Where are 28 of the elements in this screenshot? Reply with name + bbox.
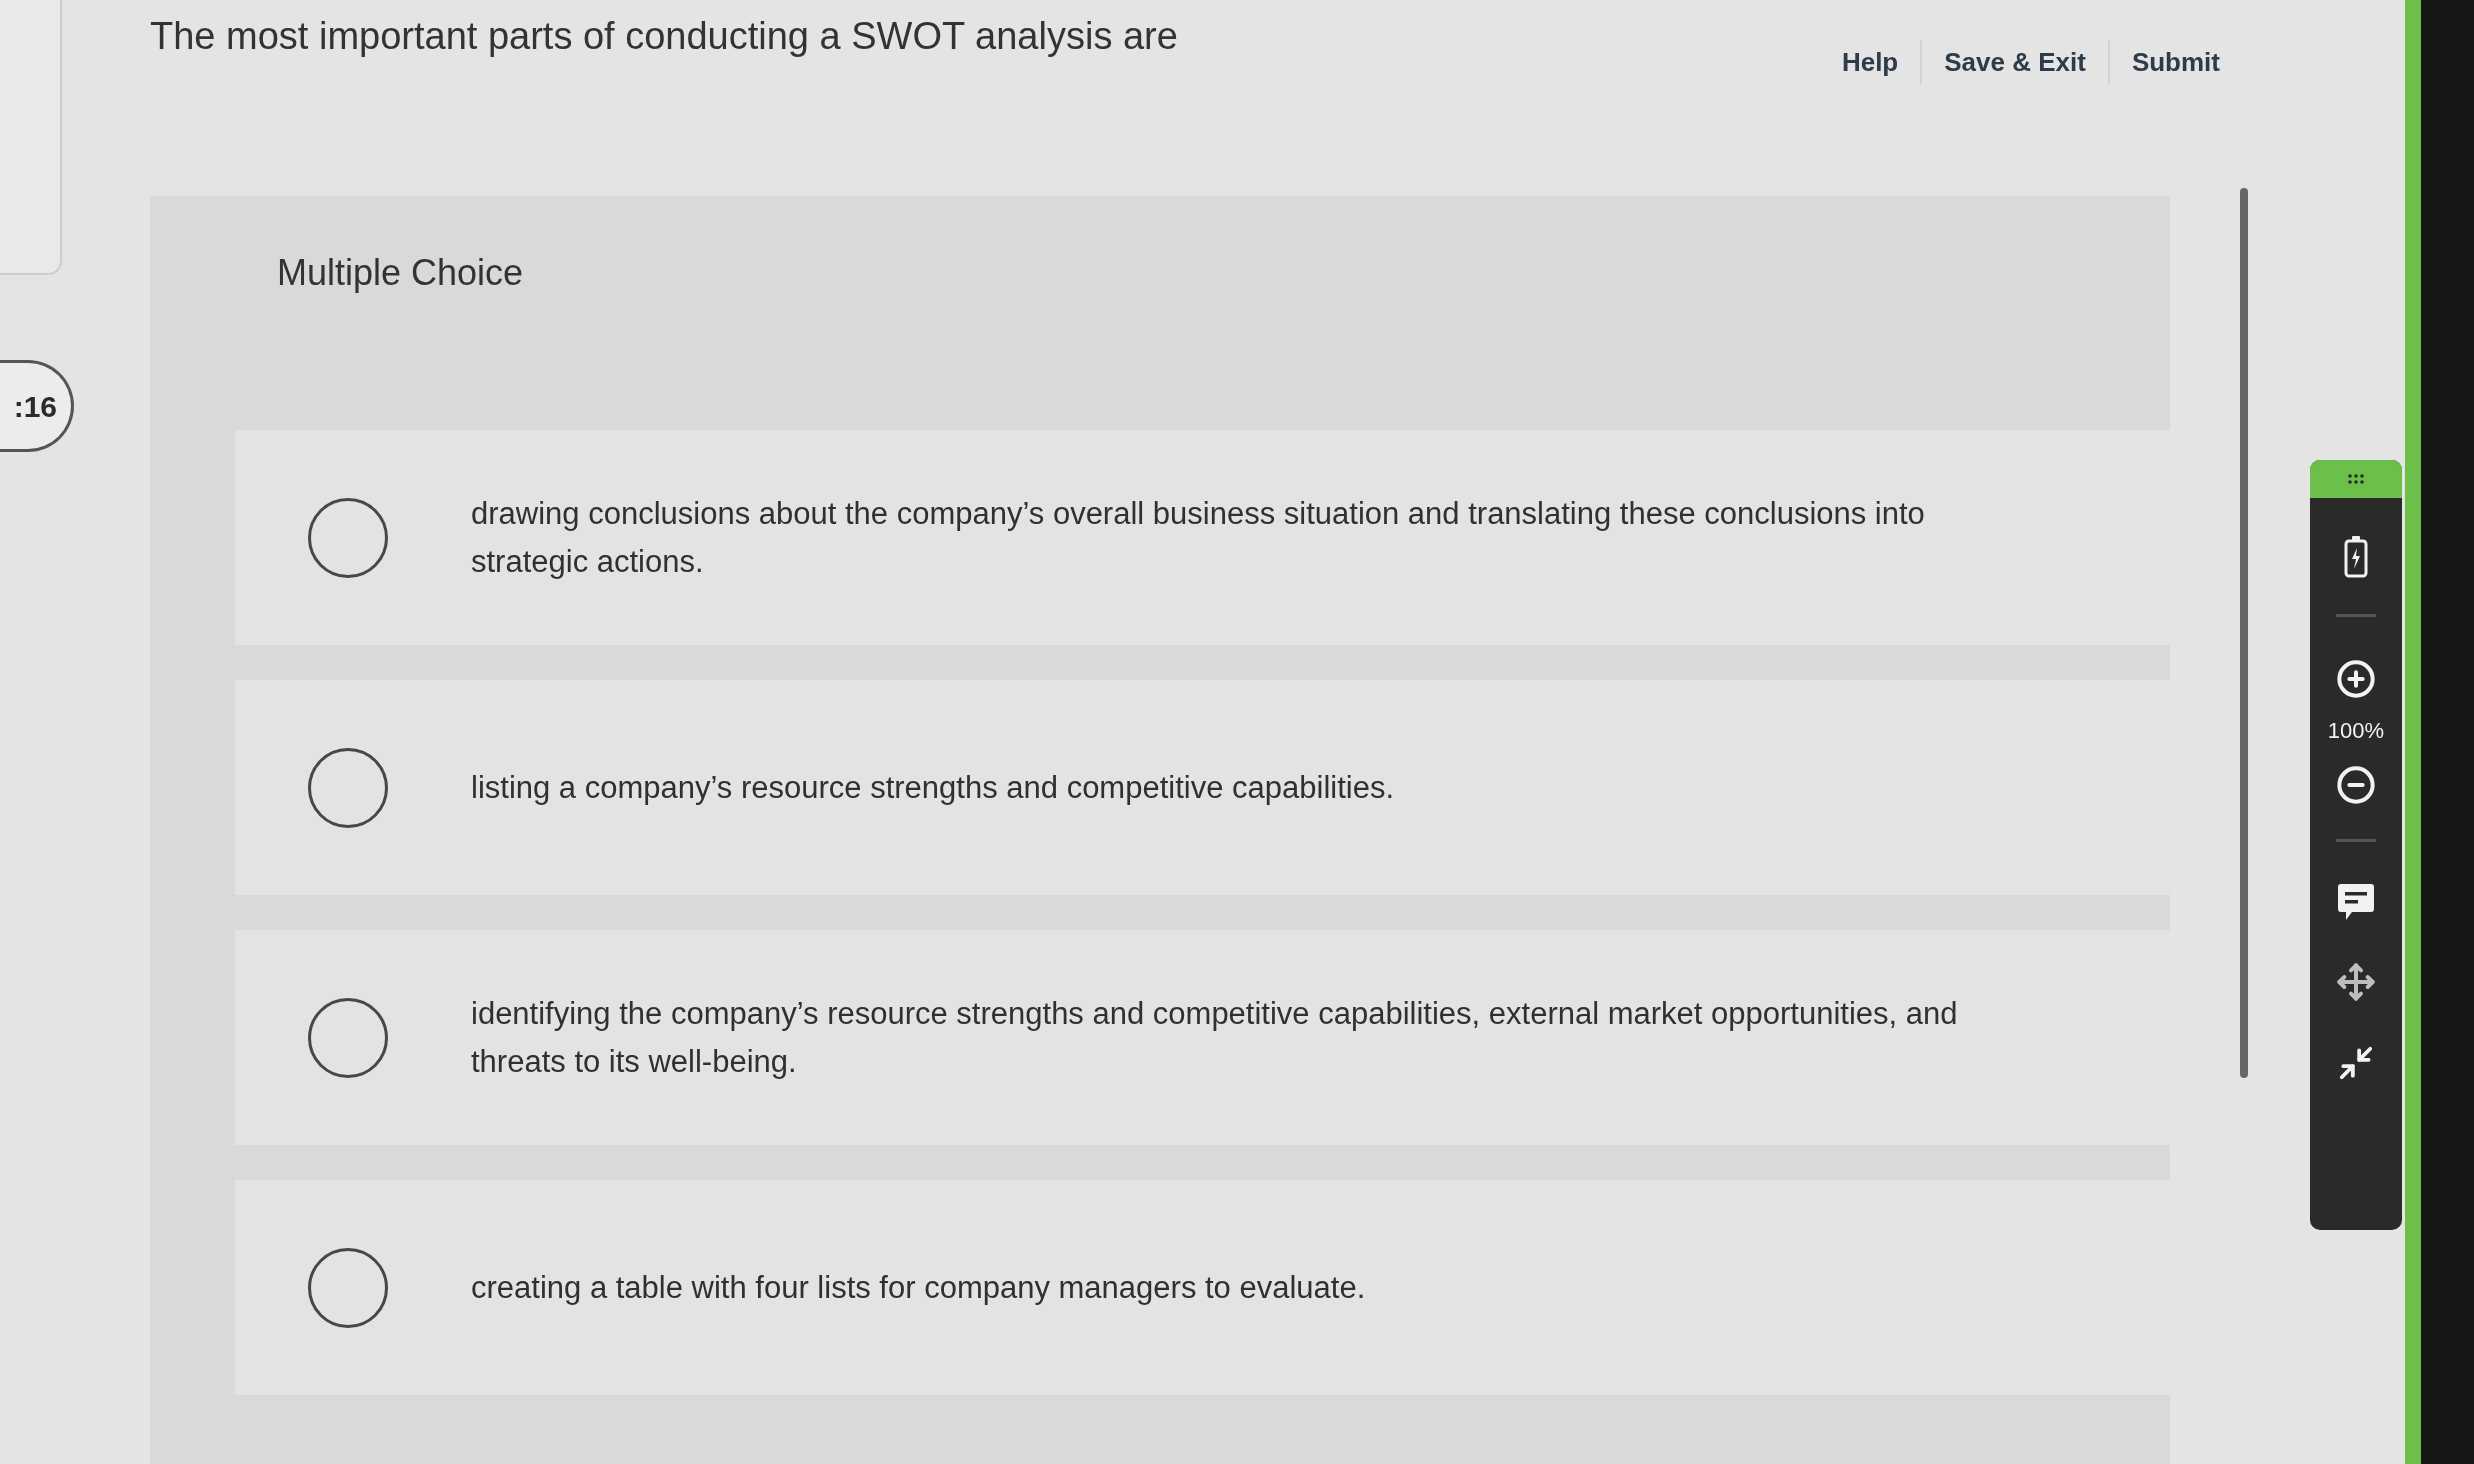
grip-icon	[2348, 474, 2364, 484]
header-link[interactable]: Submit	[2131, 46, 2220, 78]
zoom-level: 100%	[2327, 717, 2385, 745]
option-text: identifying the company’s resource strengths and competitive capabilities, external market opportunities, and threats to its well-being.	[471, 994, 1959, 1081]
answer-option[interactable]: creating a table with four lists for company managers to evaluate.	[235, 1180, 2170, 1395]
battery-icon[interactable]	[2344, 536, 2368, 578]
radio-button[interactable]	[308, 497, 388, 578]
option-text: listing a company’s resource strengths and competitive capabilities.	[471, 768, 1394, 807]
scrollbar[interactable]	[2240, 188, 2248, 1078]
answer-option[interactable]: identifying the company’s resource strengths and competitive capabilities, external market opportunities, and threats to its well-being.	[235, 930, 2170, 1145]
comment-icon[interactable]	[2337, 882, 2375, 922]
drag-handle[interactable]	[2310, 460, 2402, 498]
collapse-icon[interactable]	[2337, 1044, 2375, 1082]
timer: :16	[0, 360, 74, 452]
header-link[interactable]: Help	[1841, 46, 1899, 78]
option-text: drawing conclusions about the company’s overall business situation and translating these conclusions into strategic actions.	[471, 494, 1926, 581]
radio-button[interactable]	[308, 997, 388, 1078]
radio-button[interactable]	[308, 747, 388, 828]
question-title: The most important parts of conducting a SWOT analysis are	[150, 14, 1178, 59]
zoom-in-icon[interactable]	[2336, 659, 2376, 699]
radio-button[interactable]	[308, 1247, 388, 1328]
header-link[interactable]: Save & Exit	[1944, 46, 2086, 78]
zoom-out-icon[interactable]	[2336, 765, 2376, 805]
option-text: creating a table with four lists for company managers to evaluate.	[471, 1268, 1366, 1307]
answer-option[interactable]: listing a company’s resource strengths and competitive capabilities.	[235, 680, 2170, 895]
question-type-label: Multiple Choice	[277, 251, 524, 295]
answer-option[interactable]: drawing conclusions about the company’s overall business situation and translating these conclusions into strategic actions.	[235, 430, 2170, 645]
move-icon[interactable]	[2336, 962, 2376, 1002]
